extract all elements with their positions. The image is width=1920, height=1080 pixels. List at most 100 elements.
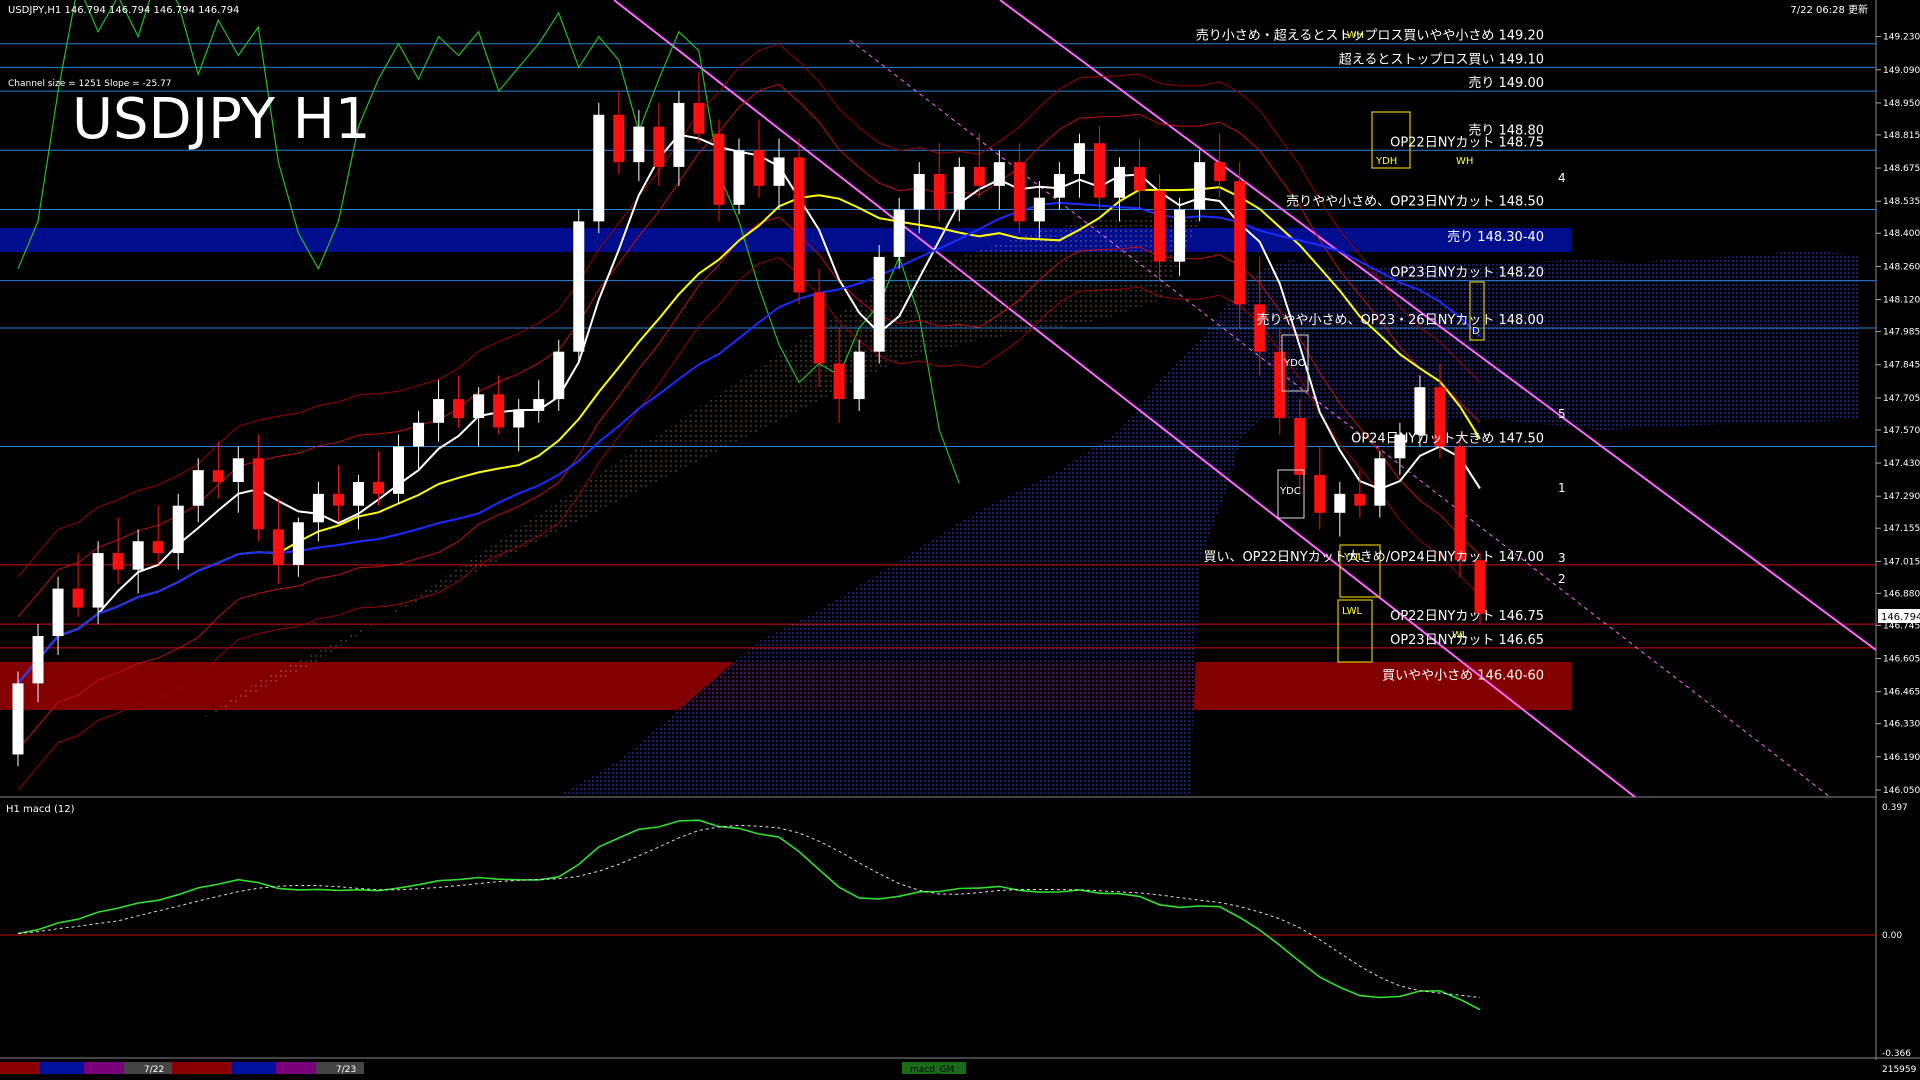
- price-tick-label-3: 148.815: [1883, 131, 1920, 141]
- price-tick-label-23: 146.050: [1883, 786, 1920, 796]
- candle-body-45: [913, 174, 925, 210]
- candle-body-31: [633, 126, 645, 163]
- annotation-9: OP24日NYカット大きめ 147.50: [1351, 431, 1544, 446]
- annotation-13: 買いやや小さめ 146.40-60: [1382, 668, 1544, 683]
- candle-body-9: [192, 470, 204, 506]
- candle-body-35: [713, 133, 725, 205]
- price-tick-label-17: 146.880: [1883, 589, 1920, 599]
- symbol-info: USDJPY,H1 146.794 146.794 146.794 146.79…: [8, 5, 239, 16]
- day-seg-2: [40, 1062, 84, 1074]
- candle-body-73: [1474, 560, 1486, 614]
- price-tick-label-12: 147.570: [1883, 426, 1920, 436]
- candle-body-65: [1314, 474, 1326, 513]
- day-seg-3: [84, 1062, 124, 1074]
- candle-body-61: [1234, 181, 1246, 305]
- candle-body-24: [493, 394, 505, 428]
- annotation-8: 売りやや小さめ、OP23・26日NYカット 148.00: [1257, 312, 1544, 328]
- macd-zero-value: 0.00: [1882, 931, 1902, 941]
- price-tick-label-16: 147.015: [1883, 557, 1920, 567]
- candle-body-10: [212, 470, 224, 482]
- box-label-ydc: YDC: [1279, 486, 1301, 497]
- price-tick-label-0: 149.230: [1883, 33, 1920, 43]
- candle-body-17: [352, 482, 364, 506]
- candle-body-13: [272, 529, 284, 565]
- candle-body-6: [132, 541, 144, 570]
- candle-body-14: [292, 522, 304, 565]
- candle-body-22: [453, 399, 465, 419]
- candle-body-56: [1134, 166, 1146, 191]
- candle-body-3: [72, 588, 84, 608]
- macd-label: H1 macd (12): [6, 804, 75, 815]
- date-label-2: 7/23: [336, 1065, 356, 1075]
- candle-body-16: [332, 493, 344, 506]
- price-tick-label-15: 147.155: [1883, 524, 1920, 534]
- annotation-0: 売り小さめ・超えるとストップロス買いやや小さめ 149.20: [1196, 28, 1544, 44]
- annotation-12: OP23日NYカット 146.65: [1390, 633, 1544, 648]
- candle-body-26: [533, 399, 545, 411]
- candle-body-51: [1033, 197, 1045, 222]
- candle-body-62: [1254, 304, 1266, 352]
- annotation-7: OP23日NYカット 148.20: [1390, 266, 1544, 281]
- candle-body-64: [1294, 418, 1306, 475]
- current-price-label: 146.794: [1881, 612, 1920, 623]
- candle-body-60: [1214, 162, 1226, 182]
- box-label-lwl: LWL: [1342, 606, 1363, 617]
- candle-body-44: [893, 209, 905, 257]
- candle-body-43: [873, 256, 885, 352]
- candle-body-67: [1354, 493, 1366, 506]
- channel-number-1: 1: [1558, 481, 1566, 495]
- price-tick-label-11: 147.705: [1883, 394, 1920, 404]
- candle-body-68: [1374, 458, 1386, 506]
- candle-body-72: [1454, 446, 1466, 561]
- bottom-counter: 215959: [1882, 1065, 1917, 1075]
- candle-body-39: [793, 157, 805, 293]
- price-tick-label-4: 148.675: [1883, 164, 1920, 174]
- candle-body-58: [1174, 209, 1186, 262]
- updated-time: 7/22 06:28 更新: [1790, 3, 1868, 16]
- candle-body-33: [673, 102, 685, 167]
- chart-svg: YDH YDO YDC YDL LWL LWH WH WL D 4 5 1 3 …: [0, 0, 1920, 1080]
- box-label-ydo: YDO: [1283, 358, 1306, 369]
- candle-body-40: [813, 292, 825, 364]
- candle-body-4: [92, 553, 104, 608]
- candle-body-30: [613, 114, 625, 163]
- candle-body-54: [1093, 143, 1105, 198]
- channel-number-5: 5: [1558, 407, 1566, 421]
- box-label-ydh: YDH: [1375, 156, 1397, 167]
- price-tick-label-19: 146.605: [1883, 655, 1920, 665]
- big-title: USDJPY H1: [72, 87, 370, 152]
- annotation-1: 超えるとストップロス買い 149.10: [1339, 52, 1544, 67]
- candle-body-2: [52, 588, 64, 636]
- candle-body-5: [112, 553, 124, 570]
- candle-body-50: [1013, 162, 1025, 222]
- candle-body-20: [413, 422, 425, 447]
- candle-body-32: [653, 126, 665, 167]
- price-tick-label-21: 146.330: [1883, 720, 1920, 730]
- box-label-wh: WH: [1456, 156, 1473, 167]
- candle-body-0: [12, 683, 24, 755]
- price-tick-label-1: 149.090: [1883, 66, 1920, 76]
- annotation-11: OP22日NYカット 146.75: [1390, 609, 1544, 624]
- candle-body-66: [1334, 493, 1346, 513]
- candle-body-29: [593, 114, 605, 222]
- channel-number-3: 3: [1558, 551, 1566, 565]
- candle-body-52: [1053, 174, 1065, 198]
- candle-body-34: [693, 102, 705, 134]
- candle-body-27: [553, 351, 565, 400]
- candle-body-47: [953, 166, 965, 210]
- price-tick-label-9: 147.985: [1883, 328, 1920, 338]
- day-seg-6: [232, 1062, 276, 1074]
- chart-root: YDH YDO YDC YDL LWL LWH WH WL D 4 5 1 3 …: [0, 0, 1920, 1080]
- annotation-4: OP22日NYカット 148.75: [1390, 135, 1544, 150]
- date-label-1: 7/22: [144, 1065, 164, 1075]
- candle-body-21: [433, 399, 445, 423]
- macd-top-value: 0.397: [1882, 803, 1908, 813]
- candle-body-1: [32, 636, 44, 684]
- price-tick-label-14: 147.290: [1883, 492, 1920, 502]
- annotation-5: 売りやや小さめ、OP23日NYカット 148.50: [1286, 194, 1544, 210]
- candle-body-23: [473, 394, 485, 419]
- candle-body-36: [733, 150, 745, 205]
- candle-body-70: [1414, 387, 1426, 435]
- candle-body-55: [1113, 166, 1126, 198]
- candle-body-8: [172, 505, 184, 554]
